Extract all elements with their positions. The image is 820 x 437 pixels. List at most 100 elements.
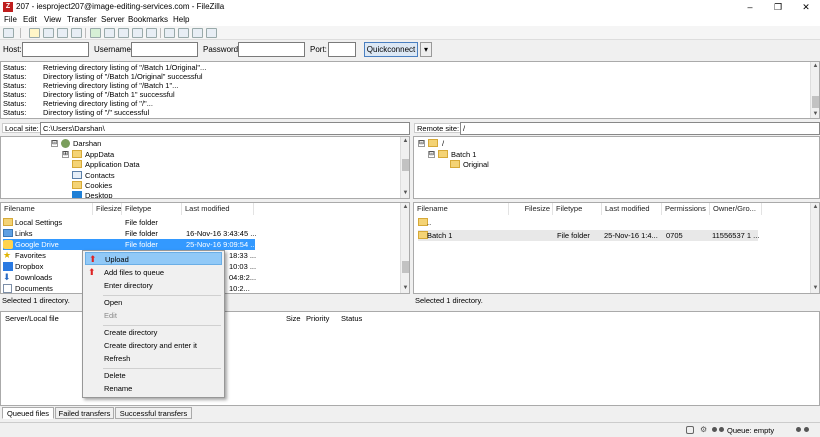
folder-icon [72, 160, 82, 168]
cancel-operation-icon[interactable] [118, 28, 129, 38]
port-input[interactable] [328, 42, 356, 57]
menu-server[interactable]: Server [101, 15, 125, 24]
menu-edit[interactable]: Edit [23, 15, 37, 24]
quickconnect-bar: Host: Username: Password: Port: Quickcon… [0, 41, 820, 59]
menu-item-delete[interactable]: Delete [85, 369, 222, 382]
remote-directory-tree: ⊟ / ⊟ Batch 1 Original [413, 136, 820, 199]
toggle-queue-icon[interactable] [71, 28, 82, 38]
menu-item-create-directory[interactable]: Create directory [85, 326, 222, 339]
toggle-remote-tree-icon[interactable] [57, 28, 68, 38]
local-site-label: Local site: [2, 123, 42, 133]
file-row[interactable]: Batch 1 File folder 25-Nov-16 1:4... 070… [418, 230, 759, 241]
local-tree-scrollbar[interactable]: ▲ ▼ [400, 137, 409, 198]
menu-item-upload[interactable]: ⬆ Upload [85, 252, 222, 265]
toolbar [0, 26, 820, 40]
toggle-log-icon[interactable] [29, 28, 40, 38]
menu-item-edit: Edit [104, 311, 117, 320]
remote-site-path[interactable]: / [460, 122, 820, 135]
quickconnect-dropdown-button[interactable]: ▾ [420, 42, 432, 57]
menu-item-open[interactable]: Open [85, 296, 222, 309]
port-label: Port: [310, 45, 327, 54]
menu-item-add-files-to-queue[interactable]: ⬆ Add files to queue [85, 266, 222, 279]
local-directory-tree: ⊟ Darshan ⊞ AppData Application Data Con… [0, 136, 410, 199]
tab-queued-files[interactable]: Queued files [2, 407, 54, 419]
folder-icon [428, 139, 438, 147]
column-filetype[interactable]: Filetype [553, 203, 602, 215]
column-last-modified[interactable]: Last modified [182, 203, 254, 215]
local-site-path[interactable]: C:\Users\Darshan\ [40, 122, 410, 135]
disconnect-icon[interactable] [132, 28, 143, 38]
menu-bar: File Edit View Transfer Server Bookmarks… [0, 14, 820, 26]
download-icon: ⬇ [3, 272, 11, 282]
tab-failed-transfers[interactable]: Failed transfers [55, 407, 114, 419]
menu-item-rename[interactable]: Rename [85, 382, 222, 395]
sync-browse-icon[interactable] [192, 28, 203, 38]
column-filetype[interactable]: Filetype [122, 203, 182, 215]
filezilla-icon: Z [3, 2, 13, 12]
minimize-icon[interactable]: – [736, 0, 764, 14]
file-row-selected[interactable]: Google Drive File folder 25-Nov-16 9:09:… [3, 239, 256, 250]
column-filename[interactable]: Filename [1, 203, 93, 215]
google-drive-icon [3, 240, 13, 249]
status-bar: ⚙ Queue: empty [0, 422, 820, 437]
column-owner-group[interactable]: Owner/Gro... [710, 203, 762, 215]
menu-file[interactable]: File [4, 15, 17, 24]
remote-status: Selected 1 directory. [415, 296, 483, 305]
refresh-icon[interactable] [90, 28, 101, 38]
column-filename[interactable]: Filename [414, 203, 509, 215]
log-scrollbar[interactable]: ▲ ▼ [810, 62, 819, 118]
tab-successful-transfers[interactable]: Successful transfers [115, 407, 192, 419]
column-size[interactable]: Size [286, 314, 301, 323]
menu-bookmarks[interactable]: Bookmarks [128, 15, 168, 24]
message-log: Status: Retrieving directory listing of "… [0, 61, 820, 119]
column-priority[interactable]: Priority [306, 314, 329, 323]
maximize-icon[interactable]: ❐ [764, 0, 792, 14]
search-icon[interactable] [206, 28, 217, 38]
remote-file-list: Filename Filesize Filetype Last modified… [413, 202, 820, 294]
menu-transfer[interactable]: Transfer [67, 15, 97, 24]
remote-list-scrollbar[interactable]: ▲ ▼ [810, 203, 819, 293]
process-queue-icon[interactable] [104, 28, 115, 38]
activity-indicator-icon [719, 427, 724, 432]
quickconnect-button[interactable]: Quickconnect [364, 42, 418, 57]
username-input[interactable] [131, 42, 198, 57]
toggle-local-tree-icon[interactable] [43, 28, 54, 38]
column-last-modified[interactable]: Last modified [602, 203, 662, 215]
desktop-icon [72, 191, 82, 198]
activity-indicator-icon [712, 427, 717, 432]
file-row[interactable]: Links File folder 16-Nov-16 3:43:45 ... [3, 228, 256, 239]
activity-indicator-icon [796, 427, 801, 432]
menu-help[interactable]: Help [173, 15, 189, 24]
column-server-local-file[interactable]: Server/Local file [5, 314, 59, 323]
add-queue-icon: ⬆ [88, 267, 96, 277]
folder-icon [438, 150, 448, 158]
window-title: 207 - iesproject207@image-editing-servic… [16, 2, 225, 11]
contacts-icon [72, 171, 82, 179]
local-site-bar: Local site: C:\Users\Darshan\ [0, 121, 410, 135]
menu-item-create-directory-and-enter[interactable]: Create directory and enter it [85, 339, 222, 352]
local-list-scrollbar[interactable]: ▲ ▼ [400, 203, 409, 293]
menu-item-enter-directory[interactable]: Enter directory [85, 279, 222, 292]
compare-icon[interactable] [178, 28, 189, 38]
folder-icon [72, 150, 82, 158]
column-status[interactable]: Status [341, 314, 362, 323]
filter-icon[interactable] [164, 28, 175, 38]
dropbox-icon [3, 262, 13, 271]
column-permissions[interactable]: Permissions [662, 203, 710, 215]
password-input[interactable] [238, 42, 305, 57]
menu-view[interactable]: View [44, 15, 61, 24]
column-filesize[interactable]: Filesize [509, 203, 553, 215]
file-row[interactable]: .. [418, 217, 758, 228]
context-menu: ⬆ Upload ⬆ Add files to queue Enter dire… [82, 250, 225, 398]
host-input[interactable] [22, 42, 89, 57]
site-manager-icon[interactable] [3, 28, 14, 38]
column-filesize[interactable]: Filesize [93, 203, 122, 215]
star-icon: ★ [3, 250, 12, 260]
file-row[interactable]: Local Settings File folder [3, 217, 255, 228]
documents-icon [3, 284, 12, 293]
queue-status: Queue: empty [727, 426, 775, 435]
menu-item-refresh[interactable]: Refresh [85, 352, 222, 365]
close-icon[interactable]: ✕ [792, 0, 820, 14]
reconnect-icon[interactable] [146, 28, 157, 38]
speed-limit-icon[interactable]: ⚙ [700, 425, 707, 434]
